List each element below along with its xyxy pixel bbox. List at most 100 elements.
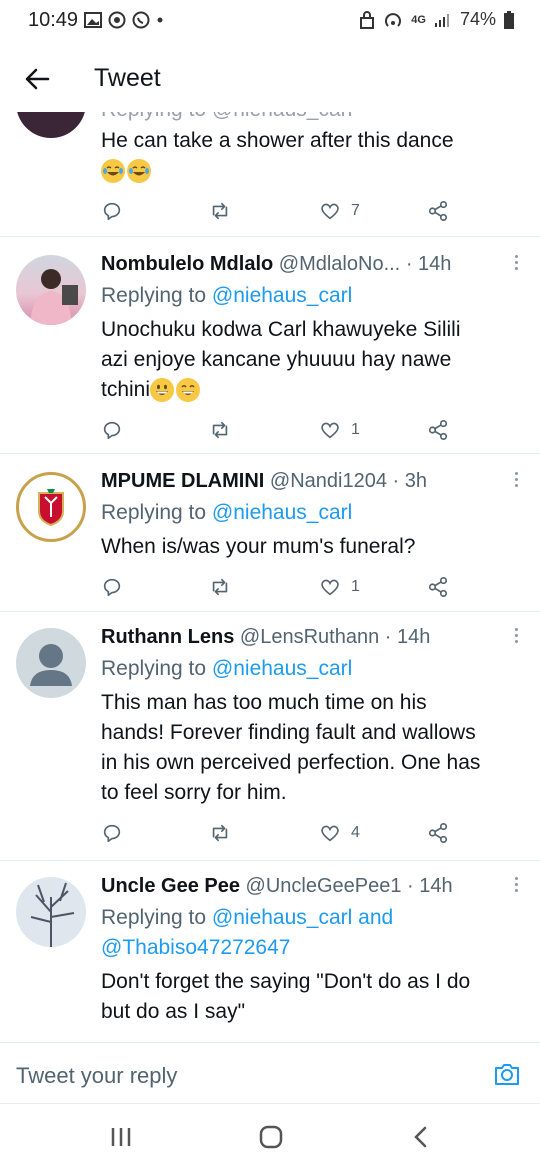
share-button[interactable]: [427, 820, 449, 846]
author-handle[interactable]: @MdlaloNo...: [279, 253, 400, 275]
like-count: 4: [351, 824, 360, 841]
mention-link[interactable]: @niehaus_carl and: [212, 906, 393, 929]
avatar[interactable]: [16, 112, 86, 138]
tweet-text: Don't forget the saying "Don't do as I d…: [101, 967, 521, 1027]
avatar[interactable]: [16, 255, 86, 325]
tweet-header: MPUME DLAMINI @Nandi1204 · 3h: [101, 470, 427, 493]
share-icon: [428, 823, 448, 843]
like-count: 1: [351, 421, 360, 438]
mention-link[interactable]: @Thabiso47272647: [101, 936, 290, 960]
joy-emoji: [101, 159, 125, 184]
avatar[interactable]: [16, 472, 86, 542]
more-options-icon[interactable]: [514, 472, 520, 490]
mention-link[interactable]: @niehaus_carl: [212, 284, 352, 307]
heart-icon: [321, 422, 339, 439]
tweet-time: · 14h: [384, 626, 431, 648]
tweet-header: Uncle Gee Pee @UncleGeePee1 · 14h: [101, 875, 453, 898]
retweet-button[interactable]: [209, 574, 231, 600]
author-handle[interactable]: @LensRuthann: [240, 626, 379, 648]
replying-prefix: Replying to: [101, 906, 207, 929]
app-header: Tweet: [0, 44, 540, 112]
tweet-header: Nombulelo Mdlalo @MdlaloNo... · 14h: [101, 253, 451, 276]
back-arrow-icon[interactable]: [24, 66, 50, 92]
replying-to: Replying to @niehaus_carl: [101, 657, 352, 681]
share-icon: [428, 577, 448, 597]
share-button[interactable]: [427, 574, 449, 600]
tweet-actions: 4: [101, 820, 461, 846]
reply-tweet[interactable]: Uncle Gee Pee @UncleGeePee1 · 14h Replyi…: [0, 861, 540, 1042]
mention-link[interactable]: @niehaus_carl: [212, 501, 352, 524]
reply-input[interactable]: Tweet your reply: [16, 1063, 177, 1089]
grin-emoji: [176, 378, 201, 403]
reply-button[interactable]: [101, 417, 123, 443]
tweet-text: He can take a shower after this dance: [101, 126, 521, 186]
tweet-text-line: He can take a shower after this dance: [101, 129, 454, 152]
tweet-actions: 1: [101, 417, 461, 443]
replying-prefix: Replying to: [101, 657, 207, 680]
tweet-text-line: azi enjoye kancane yhuuuu hay nawe: [101, 348, 452, 371]
more-options-icon[interactable]: [514, 877, 520, 895]
avatar-image: [30, 269, 78, 325]
home-icon[interactable]: [256, 1122, 286, 1152]
tweet-text: When is/was your mum's funeral?: [101, 535, 416, 558]
retweet-icon: [212, 824, 228, 842]
replies-list[interactable]: Replying to @niehaus_carl He can take a …: [0, 112, 540, 1042]
chrome-icon: [108, 11, 126, 29]
author-name[interactable]: Nombulelo Mdlalo: [101, 253, 273, 275]
reply-tweet[interactable]: Nombulelo Mdlalo @MdlaloNo... · 14h Repl…: [0, 237, 540, 454]
replying-prefix: Replying to: [101, 284, 207, 307]
avatar-image: [30, 882, 75, 947]
reply-button[interactable]: [101, 574, 123, 600]
reply-button[interactable]: [101, 820, 123, 846]
tweet-text-line: in his own perceived perfection. One has: [101, 751, 481, 774]
replying-to: Replying to @niehaus_carl and: [101, 906, 393, 930]
more-options-icon[interactable]: [514, 255, 520, 273]
like-button[interactable]: 1: [319, 417, 360, 443]
reply-tweet[interactable]: Replying to @niehaus_carl He can take a …: [0, 112, 540, 237]
tweet-actions: 1: [101, 574, 461, 600]
author-name[interactable]: Uncle Gee Pee: [101, 875, 240, 897]
retweet-icon: [212, 202, 228, 220]
retweet-button[interactable]: [209, 198, 231, 224]
author-name[interactable]: MPUME DLAMINI: [101, 470, 264, 492]
avatar[interactable]: [16, 628, 86, 698]
share-icon: [428, 201, 448, 221]
tweet-text: Unochuku kodwa Carl khawuyeke Silili azi…: [101, 315, 521, 405]
joy-emoji: [127, 159, 151, 184]
system-nav-bar: [0, 1104, 540, 1170]
author-handle[interactable]: @UncleGeePee1: [246, 875, 402, 897]
back-icon[interactable]: [406, 1122, 436, 1152]
mention-link[interactable]: @niehaus_carl: [212, 657, 352, 680]
tweet-time: · 14h: [407, 875, 453, 897]
share-button[interactable]: [427, 198, 449, 224]
heart-icon: [321, 825, 339, 842]
author-name[interactable]: Ruthann Lens: [101, 626, 234, 648]
like-button[interactable]: 7: [319, 198, 360, 224]
replying-to: Replying to @niehaus_carl: [101, 284, 352, 308]
like-button[interactable]: 1: [319, 574, 360, 600]
reply-button[interactable]: [101, 198, 123, 224]
author-handle[interactable]: @Nandi1204: [270, 470, 387, 492]
page-title: Tweet: [94, 64, 161, 92]
tweet-text-line: but do as I say": [101, 1000, 246, 1023]
reply-composer[interactable]: Tweet your reply: [0, 1042, 540, 1104]
tweet-text: This man has too much time on his hands!…: [101, 688, 521, 808]
more-options-icon[interactable]: [514, 628, 520, 646]
recent-apps-icon[interactable]: [106, 1122, 136, 1152]
like-button[interactable]: 4: [319, 820, 360, 846]
dot-icon: [157, 17, 163, 23]
avatar[interactable]: [16, 877, 86, 947]
tweet-text-line: tchini: [101, 378, 151, 401]
heart-icon: [321, 579, 339, 596]
network-type: 4G: [411, 13, 426, 26]
notification-icons: [84, 11, 164, 29]
club-crest-icon: [38, 489, 64, 527]
camera-icon[interactable]: [492, 1059, 522, 1089]
retweet-button[interactable]: [209, 417, 231, 443]
reply-tweet[interactable]: Ruthann Lens @LensRuthann · 14h Replying…: [0, 612, 540, 861]
share-button[interactable]: [427, 417, 449, 443]
reply-tweet[interactable]: MPUME DLAMINI @Nandi1204 · 3h Replying t…: [0, 454, 540, 612]
partial-reply-line: Replying to @niehaus_carl: [101, 112, 352, 122]
retweet-button[interactable]: [209, 820, 231, 846]
tweet-time: · 14h: [405, 253, 452, 275]
